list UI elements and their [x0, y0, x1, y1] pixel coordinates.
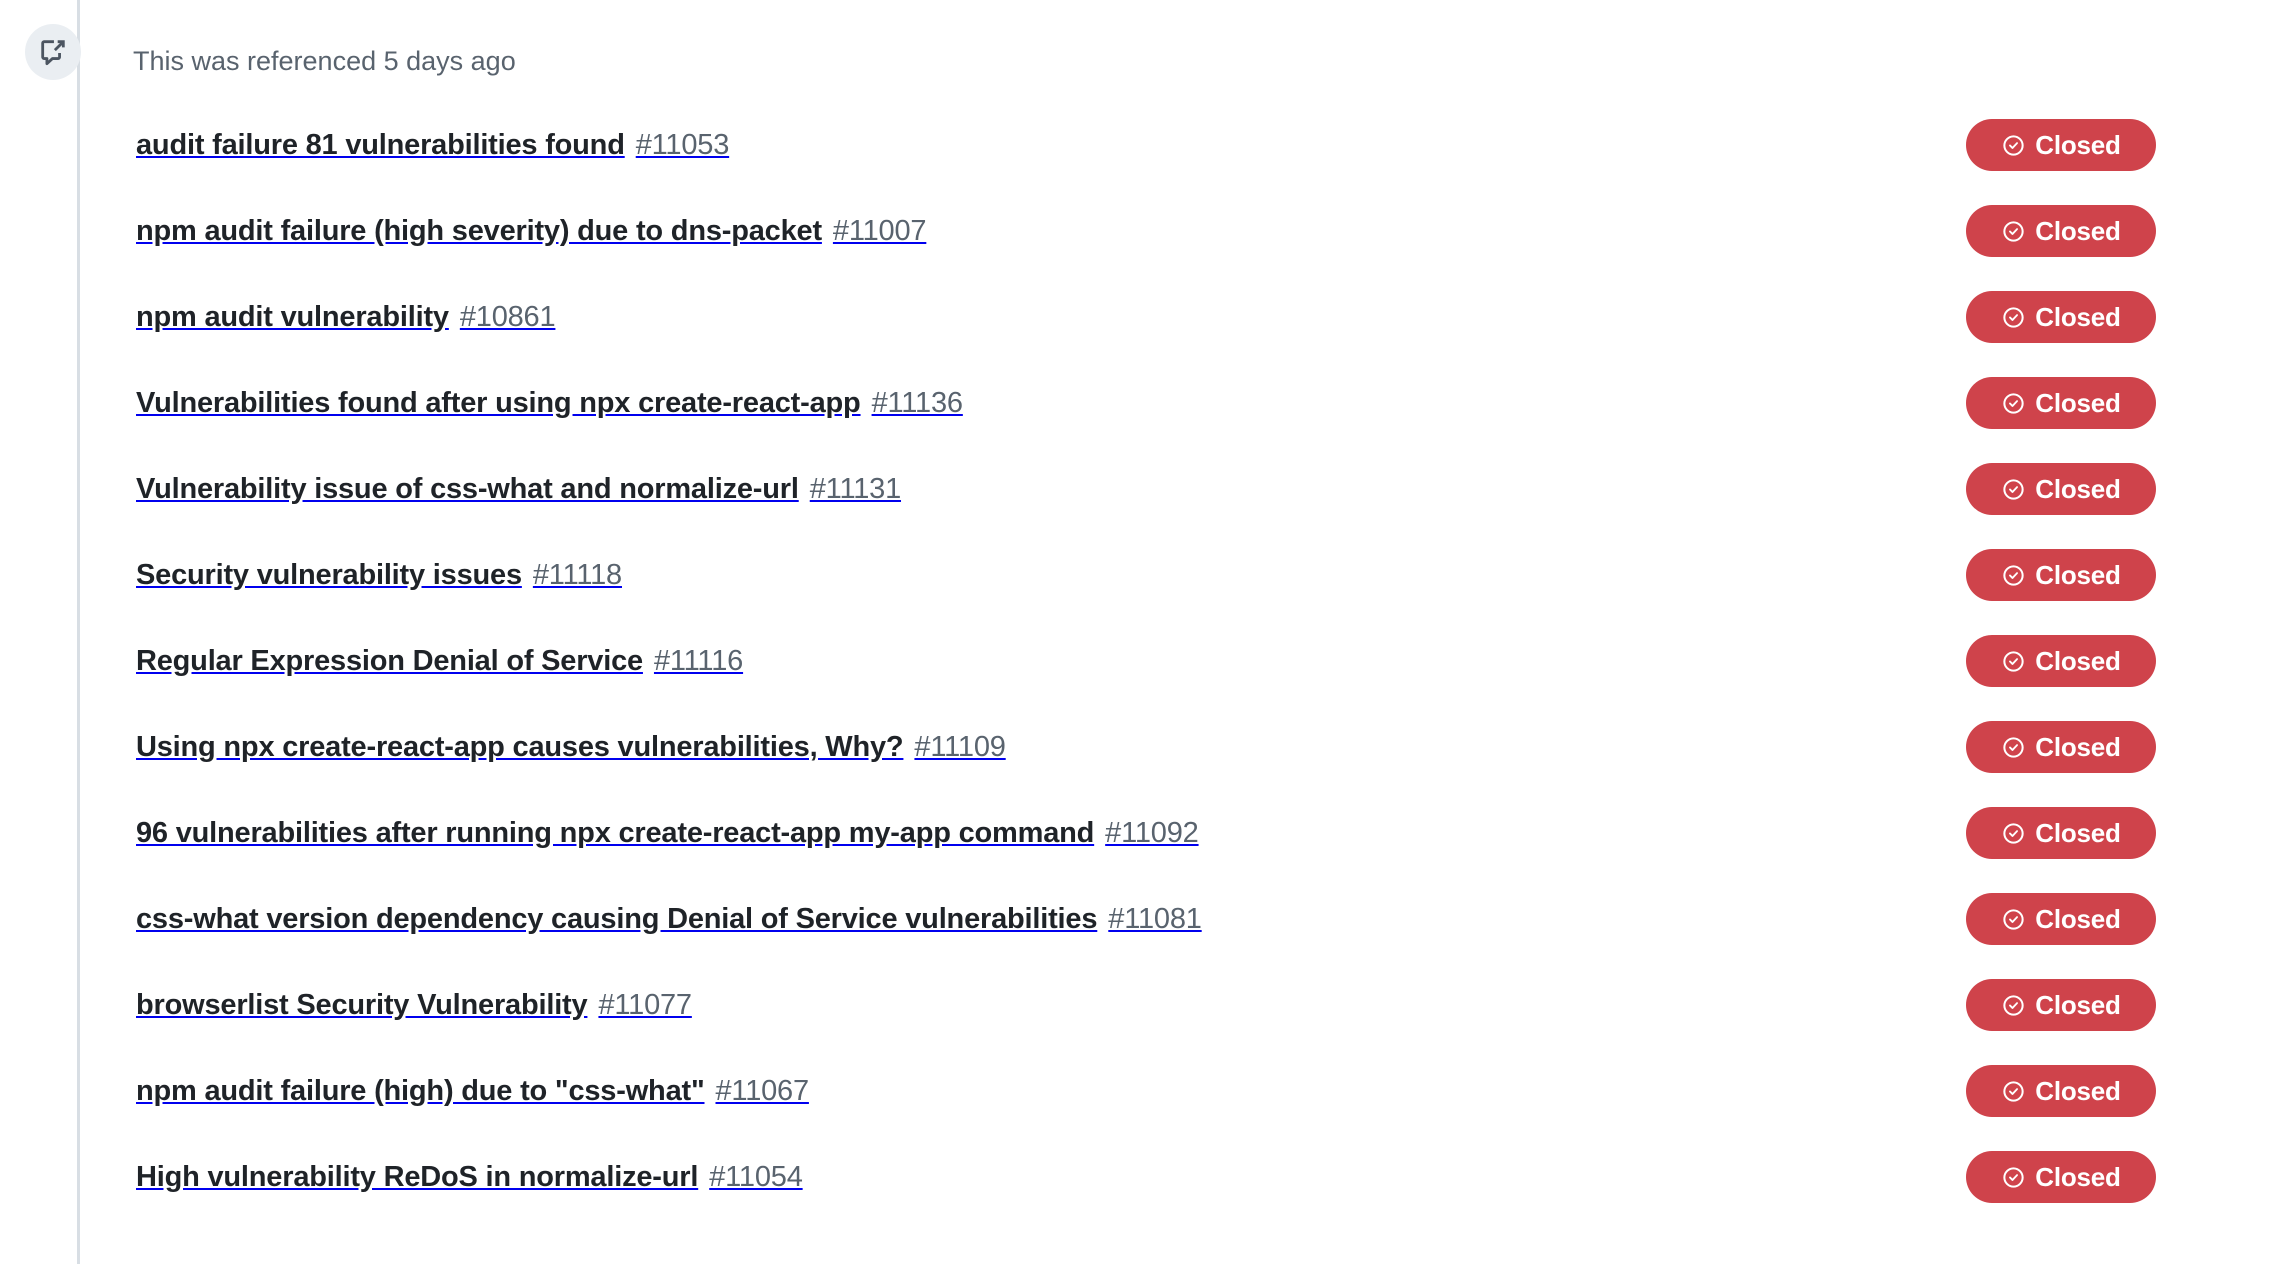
check-circle-icon: [2001, 563, 2026, 588]
status-badge-closed[interactable]: Closed: [1966, 291, 2156, 343]
check-circle-icon: [2001, 907, 2026, 932]
issue-title: Vulnerabilities found after using npx cr…: [136, 386, 861, 419]
cross-reference-icon-badge: [25, 24, 81, 80]
issue-link[interactable]: 96 vulnerabilities after running npx cre…: [136, 807, 1199, 859]
check-circle-icon: [2001, 477, 2026, 502]
issue-link[interactable]: audit failure 81 vulnerabilities found #1…: [136, 119, 729, 171]
status-badge-label: Closed: [2035, 216, 2121, 246]
issue-number: #11077: [598, 988, 692, 1021]
issue-title: Vulnerability issue of css-what and norm…: [136, 472, 799, 505]
issue-link[interactable]: npm audit vulnerability #10861: [136, 291, 556, 343]
check-circle-icon: [2001, 735, 2026, 760]
status-badge-closed[interactable]: Closed: [1966, 463, 2156, 515]
referenced-issue-row: Using npx create-react-app causes vulner…: [0, 721, 2288, 807]
status-badge-closed[interactable]: Closed: [1966, 721, 2156, 773]
check-circle-icon: [2001, 305, 2026, 330]
status-badge-closed[interactable]: Closed: [1966, 979, 2156, 1031]
check-circle-icon: [2001, 391, 2026, 416]
status-badge-closed[interactable]: Closed: [1966, 1151, 2156, 1203]
referenced-issue-row: 96 vulnerabilities after running npx cre…: [0, 807, 2288, 893]
status-badge-label: Closed: [2035, 474, 2121, 504]
issue-link[interactable]: Security vulnerability issues #11118: [136, 549, 622, 601]
referenced-timeline-event: This was referenced 5 days ago audit fai…: [0, 0, 2288, 1264]
referenced-issue-row: Vulnerability issue of css-what and norm…: [0, 463, 2288, 549]
issue-title: Security vulnerability issues: [136, 558, 522, 591]
check-circle-icon: [2001, 219, 2026, 244]
status-badge-label: Closed: [2035, 388, 2121, 418]
event-header-text: This was referenced 5 days ago: [133, 46, 516, 76]
issue-title: Using npx create-react-app causes vulner…: [136, 730, 904, 763]
issue-link[interactable]: Vulnerabilities found after using npx cr…: [136, 377, 963, 429]
issue-title: css-what version dependency causing Deni…: [136, 902, 1098, 935]
status-badge-label: Closed: [2035, 904, 2121, 934]
issue-number: #10861: [459, 300, 556, 333]
issue-link[interactable]: css-what version dependency causing Deni…: [136, 893, 1202, 945]
status-badge-closed[interactable]: Closed: [1966, 119, 2156, 171]
status-badge-label: Closed: [2035, 818, 2121, 848]
issue-link[interactable]: High vulnerability ReDoS in normalize-ur…: [136, 1151, 803, 1203]
issue-number: #11092: [1105, 816, 1199, 849]
issue-title: 96 vulnerabilities after running npx cre…: [136, 816, 1095, 849]
status-badge-label: Closed: [2035, 130, 2121, 160]
issue-title: npm audit failure (high) due to "css-wha…: [136, 1074, 705, 1107]
issue-number: #11109: [914, 730, 1006, 763]
referenced-issue-row: npm audit failure (high) due to "css-wha…: [0, 1065, 2288, 1151]
check-circle-icon: [2001, 649, 2026, 674]
issue-link[interactable]: browserlist Security Vulnerability #11077: [136, 979, 692, 1031]
status-badge-label: Closed: [2035, 732, 2121, 762]
status-badge-label: Closed: [2035, 1162, 2121, 1192]
check-circle-icon: [2001, 1079, 2026, 1104]
issue-number: #11131: [809, 472, 902, 505]
referenced-issue-row: Security vulnerability issues #11118 Close…: [0, 549, 2288, 635]
check-circle-icon: [2001, 993, 2026, 1018]
issue-number: #11007: [832, 214, 927, 247]
issue-title: High vulnerability ReDoS in normalize-ur…: [136, 1160, 699, 1193]
check-circle-icon: [2001, 1165, 2026, 1190]
status-badge-label: Closed: [2035, 990, 2121, 1020]
check-circle-icon: [2001, 133, 2026, 158]
issue-title: audit failure 81 vulnerabilities found: [136, 128, 625, 161]
cross-reference-icon: [38, 37, 68, 67]
issue-title: browserlist Security Vulnerability: [136, 988, 588, 1021]
referenced-issue-row: css-what version dependency causing Deni…: [0, 893, 2288, 979]
status-badge-closed[interactable]: Closed: [1966, 1065, 2156, 1117]
issue-link[interactable]: npm audit failure (high) due to "css-wha…: [136, 1065, 809, 1117]
status-badge-closed[interactable]: Closed: [1966, 205, 2156, 257]
referenced-issue-list: audit failure 81 vulnerabilities found #1…: [0, 119, 2288, 1237]
issue-title: npm audit vulnerability: [136, 300, 449, 333]
issue-number: #11081: [1108, 902, 1202, 935]
referenced-issue-row: Regular Expression Denial of Service #111…: [0, 635, 2288, 721]
referenced-issue-row: High vulnerability ReDoS in normalize-ur…: [0, 1151, 2288, 1237]
issue-number: #11053: [635, 128, 730, 161]
issue-link[interactable]: npm audit failure (high severity) due to…: [136, 205, 927, 257]
issue-title: npm audit failure (high severity) due to…: [136, 214, 822, 247]
issue-link[interactable]: Using npx create-react-app causes vulner…: [136, 721, 1006, 773]
status-badge-label: Closed: [2035, 646, 2121, 676]
issue-number: #11054: [709, 1160, 803, 1193]
issue-title: Regular Expression Denial of Service: [136, 644, 643, 677]
referenced-issue-row: audit failure 81 vulnerabilities found #1…: [0, 119, 2288, 205]
status-badge-closed[interactable]: Closed: [1966, 549, 2156, 601]
status-badge-closed[interactable]: Closed: [1966, 377, 2156, 429]
issue-link[interactable]: Regular Expression Denial of Service #111…: [136, 635, 743, 687]
issue-link[interactable]: Vulnerability issue of css-what and norm…: [136, 463, 901, 515]
referenced-issue-row: npm audit vulnerability #10861 Closed: [0, 291, 2288, 377]
status-badge-closed[interactable]: Closed: [1966, 635, 2156, 687]
status-badge-label: Closed: [2035, 560, 2121, 590]
status-badge-closed[interactable]: Closed: [1966, 807, 2156, 859]
issue-number: #11067: [715, 1074, 810, 1107]
referenced-issue-row: npm audit failure (high severity) due to…: [0, 205, 2288, 291]
issue-number: #11136: [871, 386, 963, 419]
check-circle-icon: [2001, 821, 2026, 846]
status-badge-label: Closed: [2035, 302, 2121, 332]
issue-number: #11116: [653, 644, 744, 677]
status-badge-closed[interactable]: Closed: [1966, 893, 2156, 945]
issue-number: #11118: [532, 558, 622, 591]
status-badge-label: Closed: [2035, 1076, 2121, 1106]
referenced-issue-row: browserlist Security Vulnerability #11077…: [0, 979, 2288, 1065]
referenced-issue-row: Vulnerabilities found after using npx cr…: [0, 377, 2288, 463]
